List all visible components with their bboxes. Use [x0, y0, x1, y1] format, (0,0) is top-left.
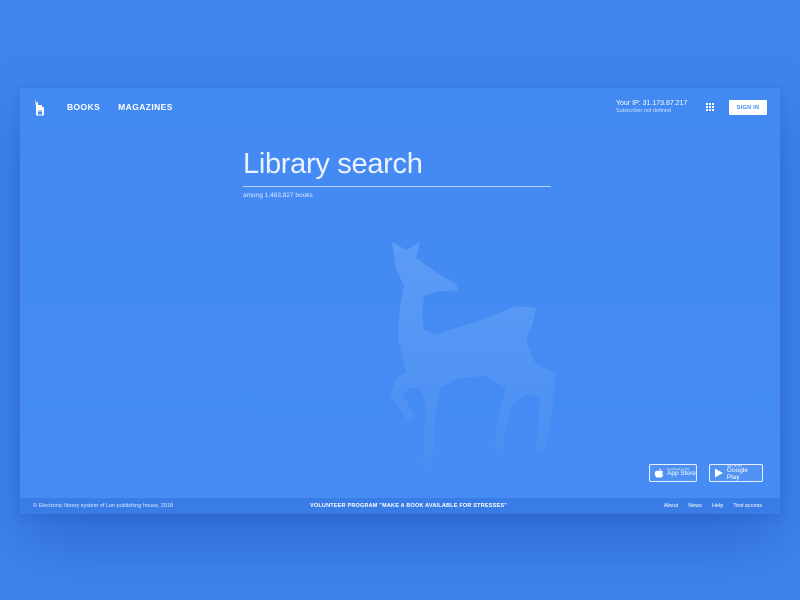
- footer: © Electronic library system of Lan publi…: [20, 498, 780, 514]
- main-nav: BOOKS MAGAZINES: [67, 102, 173, 112]
- google-play-badge[interactable]: GET IT ON Google Play: [709, 464, 763, 482]
- copyright-text: © Electronic library system of Lan publi…: [33, 503, 174, 509]
- deer-logo-icon[interactable]: [33, 98, 47, 116]
- sign-in-button[interactable]: SIGN IN: [729, 100, 767, 115]
- apple-icon: [654, 468, 664, 478]
- footer-link-help[interactable]: Help: [712, 503, 723, 509]
- footer-link-news[interactable]: News: [688, 503, 702, 509]
- ip-address: Your IP: 31.173.87.217: [616, 100, 688, 107]
- nav-books[interactable]: BOOKS: [67, 102, 100, 112]
- books-count: among 1,483,827 books: [243, 192, 313, 199]
- deer-illustration: [390, 242, 556, 470]
- subscriber-status: Subscriber not defined: [616, 108, 672, 115]
- volunteer-program-link[interactable]: VOLUNTEER PROGRAM "MAKE A BOOK AVAILABLE…: [310, 503, 507, 509]
- play-icon: [714, 468, 723, 478]
- gplay-big-text: Google Play: [726, 467, 748, 481]
- footer-link-about[interactable]: About: [664, 503, 678, 509]
- main-panel: BOOKS MAGAZINES Your IP: 31.173.87.217 S…: [20, 88, 780, 514]
- footer-links: About News Help Test access: [664, 503, 762, 509]
- appstore-big-text: App Store: [667, 470, 696, 478]
- footer-link-test-access[interactable]: Test access: [733, 503, 762, 509]
- search-input[interactable]: [243, 148, 551, 181]
- nav-magazines[interactable]: MAGAZINES: [118, 102, 173, 112]
- app-store-badge[interactable]: Download on the App Store: [649, 464, 697, 482]
- apps-grid-icon[interactable]: [706, 103, 714, 111]
- search-underline: [243, 186, 551, 187]
- ip-info: Your IP: 31.173.87.217 Subscriber not de…: [616, 100, 687, 115]
